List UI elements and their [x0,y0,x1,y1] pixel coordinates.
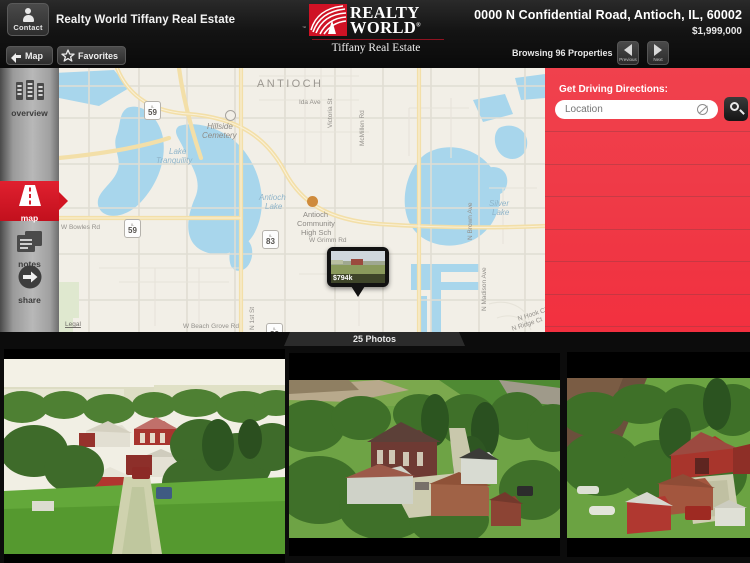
photos-count-tab[interactable]: 25 Photos [284,332,465,346]
directions-row-divider [545,229,750,230]
chevron-right-icon [654,44,662,56]
photos-count-label: 25 Photos [352,334,396,344]
previous-button-label: Previous [619,57,637,62]
directions-row-divider [545,326,750,327]
property-price: $1,999,000 [691,26,742,37]
buildings-icon [15,80,44,107]
callout-price-label: $794k [331,274,385,283]
road-icon [18,185,42,212]
route-shield: IL 83 [262,230,279,249]
photo-thumbnail-2[interactable] [289,353,560,556]
sidebar-item-map[interactable]: map [0,185,59,223]
route-shield-number: 59 [128,225,137,235]
agency-name: Realty World Tiffany Real Estate [56,14,236,26]
driving-directions-title: Get Driving Directions: [559,84,668,95]
favorites-button-label: Favorites [78,50,119,61]
property-map-callout[interactable]: $794k [327,247,389,297]
magnifier-icon [730,102,739,111]
route-shield: IL 59 [124,219,141,238]
sidebar-item-overview[interactable]: overview [0,80,59,118]
app-root: Contact Realty World Tiffany Real Estate… [0,0,750,563]
route-shield: IL 59 [144,101,161,120]
map-back-button[interactable]: Map [6,46,53,65]
star-icon [61,49,75,62]
tool-sidebar: overview map notes share [0,68,68,332]
chevron-left-icon [624,44,632,56]
photo-image-3 [567,378,750,538]
app-header: Contact Realty World Tiffany Real Estate… [0,0,750,68]
logo-subtitle: Tiffany Real Estate [331,42,421,54]
driving-directions-panel: Get Driving Directions: [545,68,750,332]
photo-thumbnail-3[interactable] [567,352,750,557]
sidebar-item-map-label: map [20,213,39,223]
map-canvas[interactable]: ANTIOCH Ida Ave Hillside Cemetery Lake T… [59,68,545,332]
photo-strip: 25 Photos [0,332,750,563]
photo-image-2 [289,380,560,538]
browsing-status: Browsing 96 Properties [512,48,613,58]
school-poi-icon [307,196,318,207]
contact-button-label: Contact [13,22,43,32]
logo-line-2-text: WORLD [350,18,417,37]
logo-mark-icon [309,4,347,36]
route-shield-number: 83 [266,236,275,246]
next-property-button[interactable]: Next [647,41,669,65]
directions-row-divider [545,131,750,132]
route-shield-number: 59 [148,107,157,117]
directions-row-divider [545,196,750,197]
person-icon [22,7,35,22]
notes-pages-icon [16,231,43,258]
directions-search-button[interactable] [724,97,748,121]
photo-thumbnail-1[interactable] [4,349,285,563]
clear-circle-icon[interactable] [697,104,708,115]
logo-divider [312,39,444,40]
photo-image-1 [4,359,285,554]
property-address: 0000 N Confidential Road, Antioch, IL, 6… [474,8,742,22]
directions-row-divider [545,261,750,262]
body-area: ANTIOCH Ida Ave Hillside Cemetery Lake T… [0,68,750,332]
sidebar-item-notes[interactable]: notes [0,231,59,269]
sidebar-item-overview-label: overview [11,108,48,118]
map-back-button-label: Map [25,50,43,61]
sidebar-item-share[interactable]: share [0,265,59,305]
map-legal-link[interactable]: Legal [65,321,81,328]
back-arrow-icon [11,51,22,63]
logo-trademark: ™ [302,25,306,30]
favorites-button[interactable]: Favorites [57,46,126,65]
directions-row-divider [545,164,750,165]
logo-line-2: WORLD® [350,18,422,37]
contact-button[interactable]: Contact [7,3,49,36]
realty-world-logo: ™ REALTY WORLD® Tiffany Real Estate [296,1,456,61]
previous-property-button[interactable]: Previous [617,41,639,65]
location-input[interactable] [555,100,718,119]
directions-row-divider [545,294,750,295]
sidebar-item-share-label: share [18,295,41,305]
logo-registered: ® [416,22,422,29]
cemetery-poi-icon [225,110,236,121]
route-shield: IL 83 [266,323,283,332]
share-arrow-icon [18,265,42,294]
next-button-label: Next [653,57,663,62]
